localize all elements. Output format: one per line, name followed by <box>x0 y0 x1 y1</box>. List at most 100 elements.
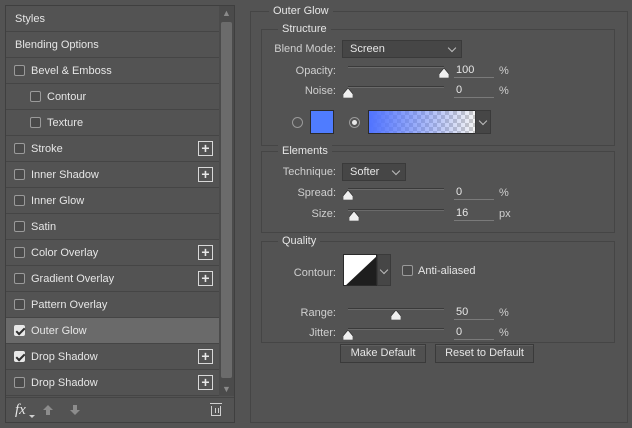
style-list-item[interactable]: Drop Shadow + <box>6 370 219 396</box>
jitter-track[interactable] <box>348 328 444 330</box>
noise-unit: % <box>499 85 509 97</box>
elements-title: Elements <box>278 145 332 157</box>
noise-track[interactable] <box>348 86 444 88</box>
add-instance-icon[interactable]: + <box>198 349 213 364</box>
style-item-label: Blending Options <box>15 38 99 51</box>
style-item-label: Color Overlay <box>31 246 99 259</box>
style-item-label: Satin <box>31 220 57 233</box>
range-input[interactable]: 50 <box>454 306 494 320</box>
style-list-item[interactable]: Gradient Overlay + <box>6 266 219 292</box>
opacity-track[interactable] <box>348 66 444 68</box>
contour-preview[interactable] <box>343 254 377 286</box>
style-item-label: Pattern Overlay <box>31 298 108 311</box>
anti-aliased-checkbox[interactable] <box>402 265 413 276</box>
style-checkbox[interactable] <box>14 169 25 180</box>
size-label: Size: <box>311 208 336 220</box>
contour-dropdown[interactable] <box>377 254 391 286</box>
blend-mode-select[interactable]: Screen <box>342 40 462 58</box>
style-checkbox[interactable] <box>14 143 25 154</box>
technique-select[interactable]: Softer <box>342 163 406 181</box>
spread-track[interactable] <box>348 188 444 190</box>
style-checkbox[interactable] <box>30 117 41 128</box>
opacity-label: Opacity: <box>295 65 336 77</box>
blend-mode-label: Blend Mode: <box>274 43 336 55</box>
list-footer: fx <box>6 397 234 422</box>
style-item-label: Contour <box>47 90 87 103</box>
gradient-dropdown[interactable] <box>475 110 491 134</box>
scroll-up-icon[interactable]: ▲ <box>219 6 234 20</box>
glow-gradient-swatch[interactable] <box>368 110 476 134</box>
move-down-icon[interactable] <box>69 404 81 419</box>
style-list-item[interactable]: Color Overlay + <box>6 240 219 266</box>
style-list-item[interactable]: Outer Glow <box>6 318 219 344</box>
style-checkbox[interactable] <box>14 221 25 232</box>
add-instance-icon[interactable]: + <box>198 167 213 182</box>
spread-input[interactable]: 0 <box>454 186 494 200</box>
linear-contour-icon <box>346 256 376 285</box>
add-instance-icon[interactable]: + <box>198 375 213 390</box>
style-list-item[interactable]: Texture <box>6 110 219 136</box>
style-list-item[interactable]: Stroke + <box>6 136 219 162</box>
blend-mode-value: Screen <box>350 43 385 55</box>
fx-icon[interactable]: fx <box>15 402 26 419</box>
style-item-label: Inner Glow <box>31 194 85 207</box>
trash-icon[interactable] <box>210 403 222 416</box>
list-scrollbar[interactable]: ▲ ▼ <box>219 6 234 396</box>
anti-aliased-label: Anti-aliased <box>418 265 476 277</box>
style-item-label: Drop Shadow <box>31 350 98 363</box>
add-instance-icon[interactable]: + <box>198 271 213 286</box>
add-instance-icon[interactable]: + <box>198 245 213 260</box>
outer-glow-panel: Outer Glow Structure Blend Mode: Screen … <box>250 5 628 423</box>
style-item-label: Gradient Overlay <box>31 272 115 285</box>
style-list-item[interactable]: Satin <box>6 214 219 240</box>
move-up-icon[interactable] <box>42 404 54 419</box>
style-list-item[interactable]: Pattern Overlay <box>6 292 219 318</box>
style-checkbox[interactable] <box>14 247 25 258</box>
fx-menu-arrow-icon[interactable] <box>29 415 35 418</box>
color-mode-radio[interactable] <box>292 117 303 128</box>
technique-value: Softer <box>350 166 380 178</box>
style-list-item[interactable]: Blending Options <box>6 32 219 58</box>
add-instance-icon[interactable]: + <box>198 141 213 156</box>
style-checkbox[interactable] <box>14 273 25 284</box>
glow-color-swatch[interactable] <box>310 110 334 134</box>
style-checkbox[interactable] <box>14 351 25 362</box>
style-checkbox[interactable] <box>14 195 25 206</box>
style-checkbox[interactable] <box>30 91 41 102</box>
style-item-label: Outer Glow <box>31 324 87 337</box>
make-default-button[interactable]: Make Default <box>340 344 426 363</box>
styles-list-panel: Styles Blending Options Bevel & Emboss Cont… <box>5 5 235 423</box>
quality-title: Quality <box>278 235 321 247</box>
style-checkbox[interactable] <box>14 377 25 388</box>
range-label: Range: <box>300 307 336 319</box>
style-list-item[interactable]: Contour <box>6 84 219 110</box>
size-track[interactable] <box>348 209 444 211</box>
scroll-thumb[interactable] <box>221 22 232 378</box>
style-checkbox[interactable] <box>14 299 25 310</box>
style-item-label: Texture <box>47 116 84 129</box>
opacity-unit: % <box>499 65 509 77</box>
gradient-mode-radio[interactable] <box>349 117 360 128</box>
style-list-item[interactable]: Styles <box>6 6 219 32</box>
style-list-item[interactable]: Inner Shadow + <box>6 162 219 188</box>
style-list-item[interactable]: Drop Shadow + <box>6 344 219 370</box>
noise-label: Noise: <box>304 85 336 97</box>
opacity-input[interactable]: 100 <box>454 64 494 78</box>
size-unit: px <box>499 208 511 220</box>
jitter-label: Jitter: <box>309 327 336 339</box>
chevron-down-icon <box>379 265 389 275</box>
style-list-item[interactable]: Bevel & Emboss <box>6 58 219 84</box>
style-item-label: Inner Shadow <box>31 168 99 181</box>
chevron-down-icon <box>447 43 457 53</box>
style-checkbox[interactable] <box>14 65 25 76</box>
technique-label: Technique: <box>282 166 336 178</box>
style-checkbox[interactable] <box>14 325 25 336</box>
scroll-down-icon[interactable]: ▼ <box>219 382 234 396</box>
reset-to-default-button[interactable]: Reset to Default <box>435 344 534 363</box>
jitter-input[interactable]: 0 <box>454 326 494 340</box>
range-unit: % <box>499 307 509 319</box>
spread-unit: % <box>499 187 509 199</box>
size-input[interactable]: 16 <box>454 207 494 221</box>
style-list-item[interactable]: Inner Glow <box>6 188 219 214</box>
noise-input[interactable]: 0 <box>454 84 494 98</box>
